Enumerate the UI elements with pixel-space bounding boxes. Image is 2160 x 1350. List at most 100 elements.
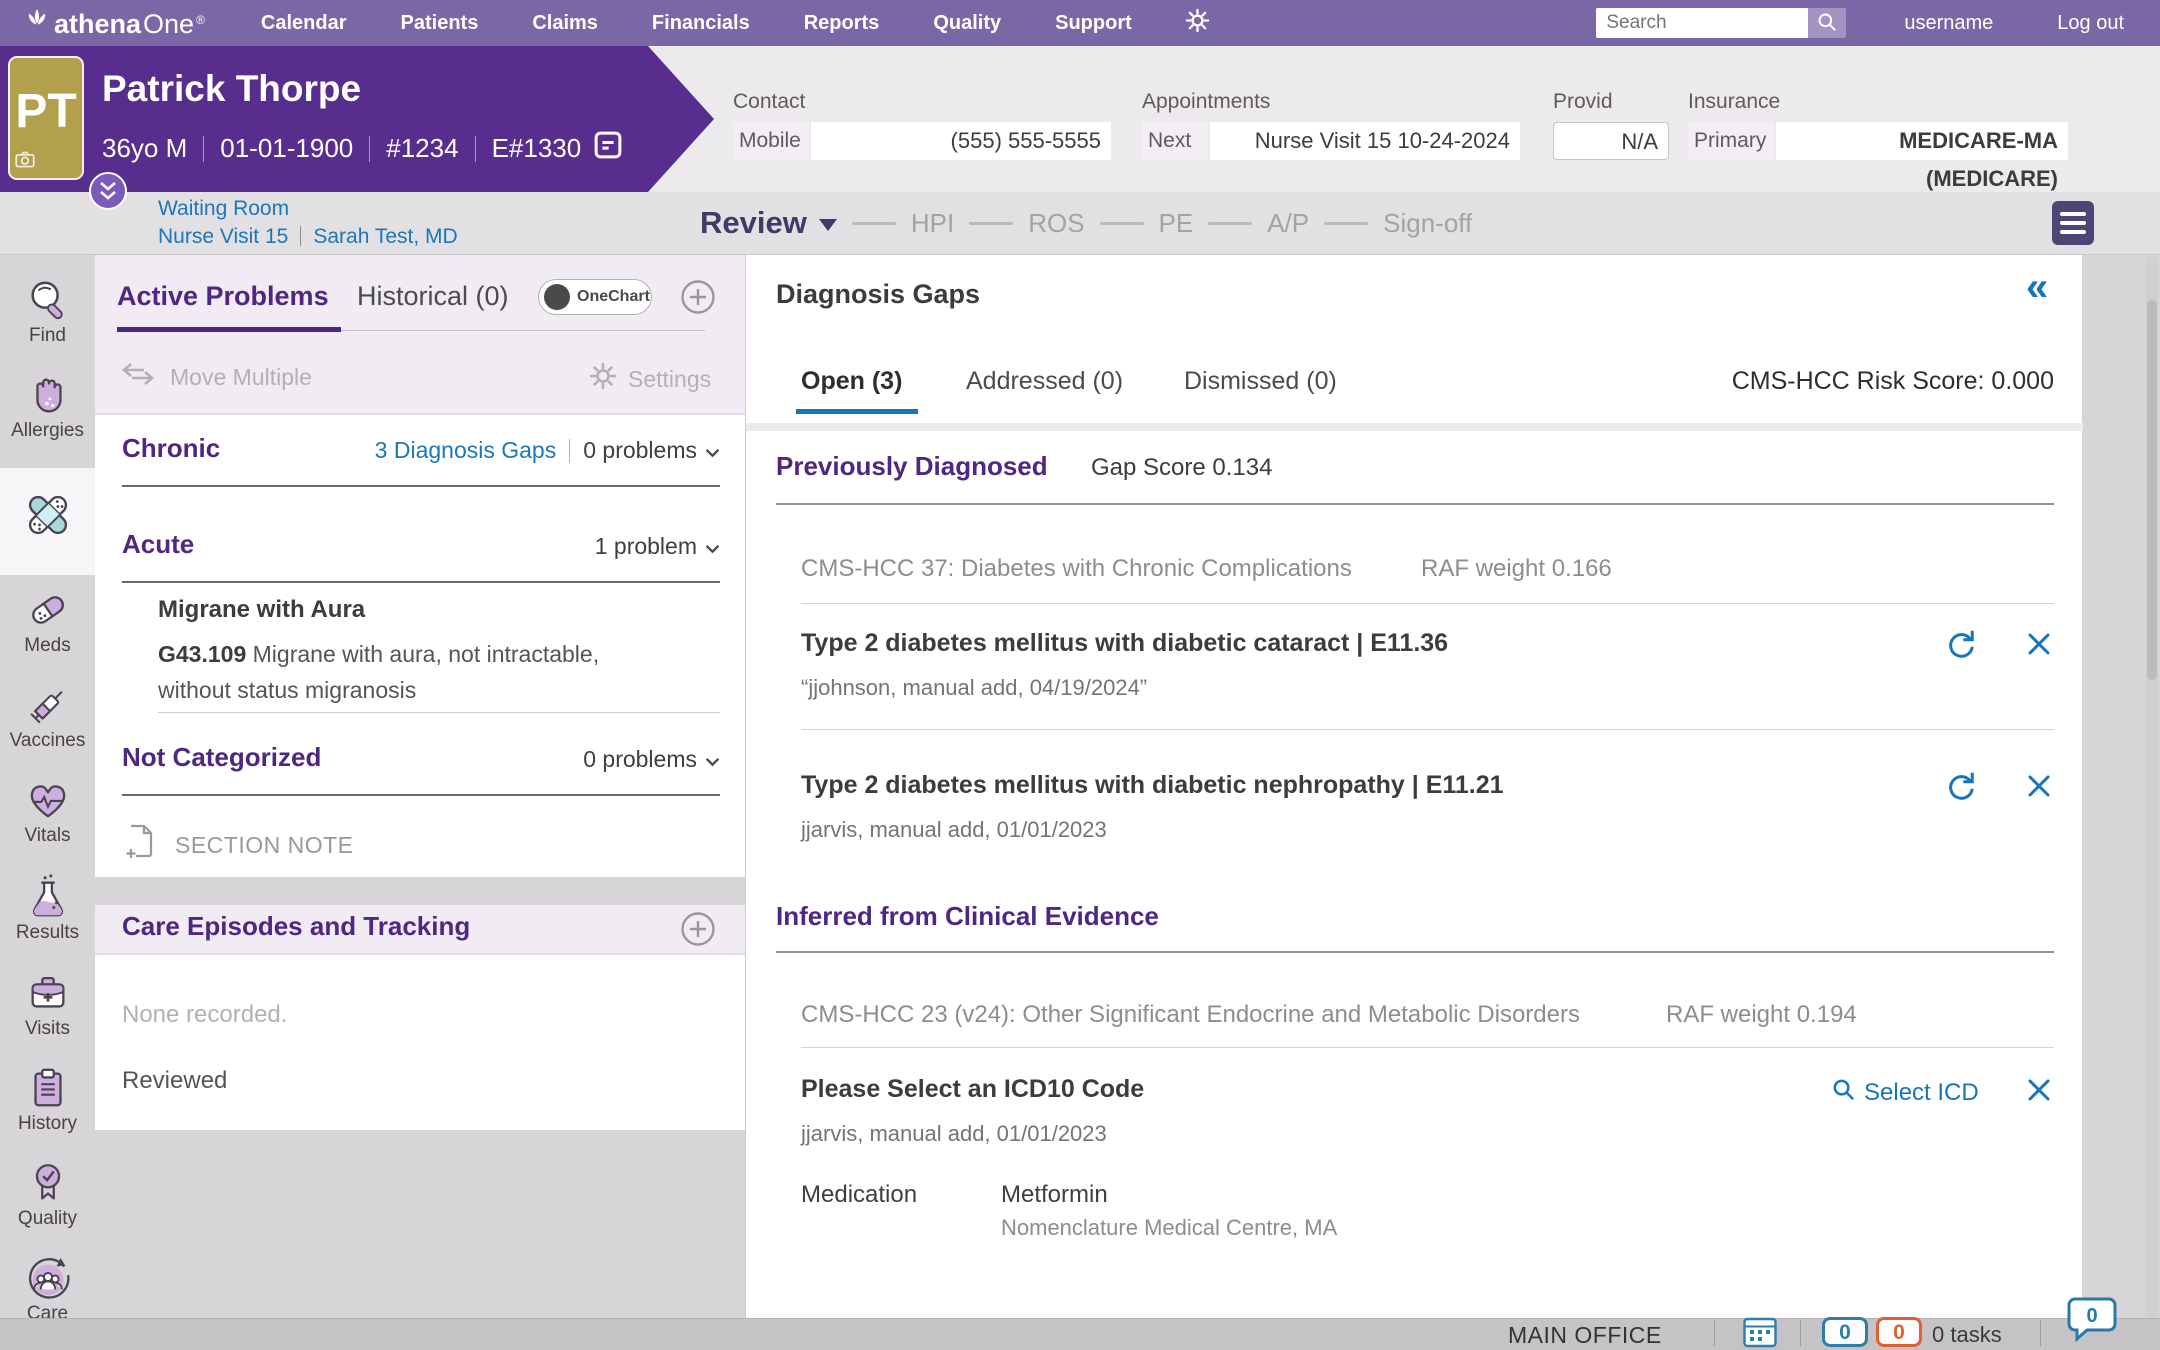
search-button[interactable] — [1808, 8, 1846, 38]
provider-value-field[interactable]: N/A — [1553, 122, 1669, 160]
sidebar-item-vaccines[interactable]: Vaccines — [0, 682, 95, 752]
divider — [1714, 1320, 1715, 1346]
settings-button[interactable]: Settings — [588, 361, 711, 397]
stage-ap[interactable]: A/P — [1267, 208, 1309, 239]
schedule-calendar-icon[interactable] — [1742, 1316, 1778, 1350]
nav-item-calendar[interactable]: Calendar — [261, 12, 347, 35]
sidebar-item-problems[interactable] — [0, 489, 95, 543]
readdress-icon[interactable] — [1944, 627, 1976, 664]
scrollbar-thumb[interactable] — [2147, 300, 2157, 680]
nav-item-quality[interactable]: Quality — [933, 12, 1001, 35]
find-icon — [0, 277, 95, 323]
diagnosis-gaps-panel: Diagnosis Gaps « Open (3) Addressed (0) … — [745, 255, 2082, 1318]
mobile-value-field[interactable]: (555) 555-5555 — [811, 122, 1111, 160]
not-categorized-controls: 0 problems — [583, 746, 720, 773]
raf-weight: RAF weight 0.166 — [1421, 555, 1612, 583]
sidebar-item-visits[interactable]: Visits — [0, 970, 95, 1040]
divider — [801, 729, 2054, 730]
patient-banner: PT Patrick Thorpe 36yo M 01-01-1900 #123… — [0, 46, 2160, 192]
stage-hpi[interactable]: HPI — [911, 208, 954, 239]
onechart-toggle[interactable]: OneChart — [538, 279, 652, 315]
next-appointment-field[interactable]: Nurse Visit 15 10-24-2024 — [1210, 122, 1520, 160]
search-input[interactable] — [1596, 8, 1808, 38]
sidebar-item-label: Allergies — [0, 420, 95, 442]
collapse-panel-icon[interactable]: « — [2026, 265, 2048, 310]
camera-icon[interactable] — [15, 151, 35, 173]
stage-review[interactable]: Review — [700, 205, 807, 241]
reviewed-link[interactable]: Reviewed — [122, 1067, 227, 1095]
cms-hcc-risk-score: CMS-HCC Risk Score: 0.000 — [1732, 367, 2054, 396]
move-multiple-button[interactable]: Move Multiple — [120, 361, 312, 393]
tab-historical[interactable]: Historical (0) — [357, 281, 509, 312]
divider — [776, 951, 2054, 953]
sidebar-item-label: Results — [0, 922, 95, 944]
tab-open[interactable]: Open (3) — [801, 367, 902, 396]
dismiss-icon[interactable] — [2026, 1077, 2052, 1108]
stage-connector — [852, 222, 896, 225]
dismiss-icon[interactable] — [2026, 773, 2052, 804]
sidebar-item-history[interactable]: History — [0, 1065, 95, 1135]
banner-expand-button[interactable] — [89, 172, 127, 210]
acute-section-title: Acute — [122, 529, 194, 560]
waiting-room-link[interactable]: Waiting Room — [158, 197, 289, 220]
note-icon[interactable] — [593, 130, 623, 167]
tasks-count-label[interactable]: 0 tasks — [1932, 1322, 2002, 1348]
dismiss-icon[interactable] — [2026, 631, 2052, 662]
sidebar-item-label: Visits — [0, 1018, 95, 1040]
diagnosis-gaps-link[interactable]: 3 Diagnosis Gaps — [375, 437, 557, 464]
move-multiple-label: Move Multiple — [170, 364, 312, 391]
not-categorized-count[interactable]: 0 problems — [583, 746, 697, 773]
logout-link[interactable]: Log out — [2057, 12, 2124, 35]
readdress-icon[interactable] — [1944, 769, 1976, 806]
brand-reg: ® — [196, 13, 205, 27]
tab-dismissed[interactable]: Dismissed (0) — [1184, 367, 1337, 396]
briefcase-icon — [0, 970, 95, 1016]
nav-item-patients[interactable]: Patients — [401, 12, 479, 35]
mobile-label: Mobile — [733, 122, 809, 160]
acute-problem-count[interactable]: 1 problem — [595, 533, 697, 560]
nav-item-support[interactable]: Support — [1055, 12, 1132, 35]
menu-button[interactable] — [2052, 201, 2094, 245]
alert-count-badge[interactable]: 0 — [1876, 1317, 1922, 1347]
chronic-problem-count[interactable]: 0 problems — [583, 437, 697, 464]
nav-item-financials[interactable]: Financials — [652, 12, 750, 35]
username-menu[interactable]: username — [1904, 12, 1993, 35]
patient-avatar[interactable]: PT — [8, 56, 84, 180]
chevron-down-icon[interactable] — [819, 219, 837, 231]
nav-item-claims[interactable]: Claims — [532, 12, 598, 35]
sidebar-item-label: Vitals — [0, 825, 95, 847]
problem-title[interactable]: Migrane with Aura — [158, 596, 365, 624]
sidebar-item-find[interactable]: Find — [0, 277, 95, 347]
hcc-category-label: CMS-HCC 37: Diabetes with Chronic Compli… — [801, 555, 1352, 583]
stage-ros[interactable]: ROS — [1028, 208, 1084, 239]
tab-active-problems[interactable]: Active Problems — [117, 281, 329, 312]
add-care-episode-button[interactable] — [680, 911, 716, 952]
sidebar-item-label: Meds — [0, 635, 95, 657]
bandage-icon — [0, 489, 95, 541]
visit-link[interactable]: Nurse Visit 15 — [158, 225, 288, 248]
encounter-strip: Waiting Room Nurse Visit 15 Sarah Test, M… — [0, 192, 2160, 255]
insurance-primary-field[interactable]: MEDICARE-MA (MEDICARE) — [1776, 122, 2068, 160]
sidebar-item-meds[interactable]: Meds — [0, 587, 95, 657]
department-label[interactable]: MAIN OFFICE — [1508, 1322, 1662, 1349]
add-problem-button[interactable] — [680, 279, 716, 320]
chevron-down-icon[interactable] — [705, 437, 720, 464]
chevron-down-icon[interactable] — [705, 746, 720, 773]
sidebar-item-care[interactable]: Care — [0, 1255, 95, 1325]
stage-signoff[interactable]: Sign-off — [1383, 208, 1472, 239]
stage-pe[interactable]: PE — [1159, 208, 1194, 239]
sidebar-item-vitals[interactable]: Vitals — [0, 777, 95, 847]
chevron-down-icon[interactable] — [705, 533, 720, 560]
sidebar-item-allergies[interactable]: Allergies — [0, 372, 95, 442]
gear-icon[interactable] — [1184, 7, 1211, 39]
nav-item-reports[interactable]: Reports — [804, 12, 880, 35]
sidebar-item-quality[interactable]: Quality — [0, 1160, 95, 1230]
sidebar-item-results[interactable]: Results — [0, 874, 95, 944]
athenaone-logo[interactable]: athenaOne® — [26, 7, 205, 40]
inbox-count-badge[interactable]: 0 — [1822, 1317, 1868, 1347]
section-note-button[interactable]: SECTION NOTE — [125, 823, 354, 867]
select-icd-button[interactable]: Select ICD — [1831, 1077, 1979, 1109]
problem-description: G43.109 Migrane with aura, not intractab… — [158, 636, 648, 708]
tab-addressed[interactable]: Addressed (0) — [966, 367, 1123, 396]
encounter-provider-link[interactable]: Sarah Test, MD — [313, 225, 457, 248]
